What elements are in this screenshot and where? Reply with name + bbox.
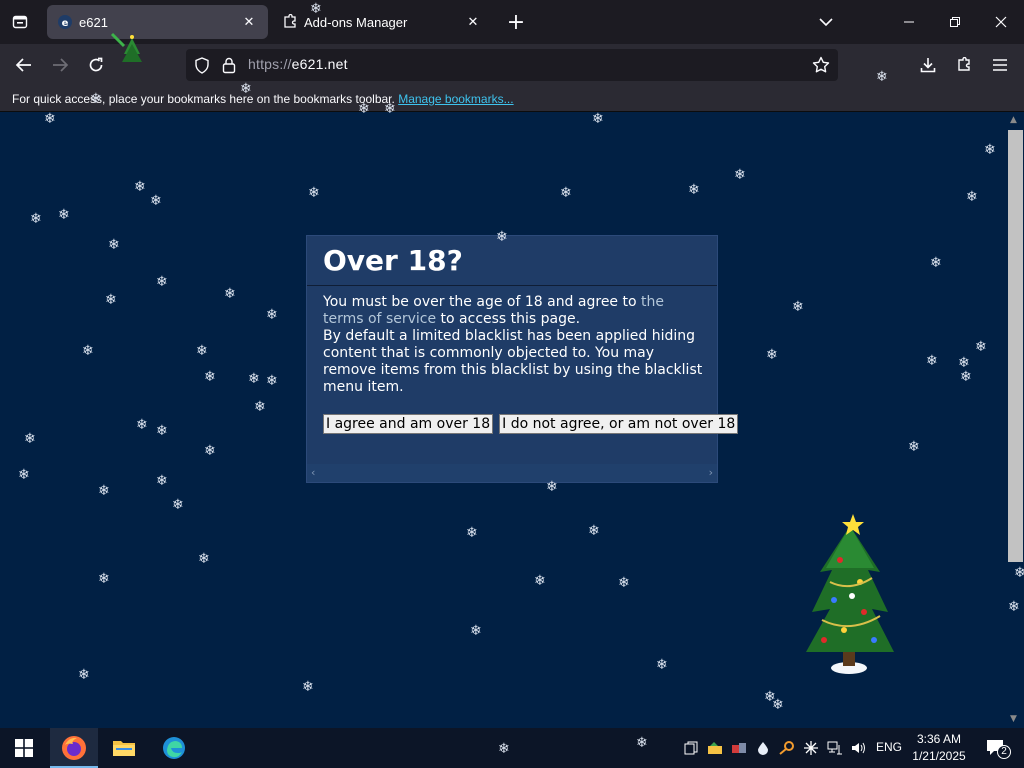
firefox-view-button[interactable]: [4, 8, 36, 36]
list-all-tabs-button[interactable]: [803, 0, 849, 44]
dialog-horizontal-scrollbar[interactable]: ‹ ›: [307, 464, 717, 482]
close-tab-icon[interactable]: ✕: [240, 13, 258, 31]
close-icon: [995, 16, 1007, 28]
svg-text:e: e: [62, 18, 69, 29]
age-verification-dialog: Over 18? You must be over the age of 18 …: [307, 236, 739, 482]
tab-e621[interactable]: e e621 ✕: [47, 5, 268, 39]
agree-button[interactable]: I agree and am over 18: [323, 414, 494, 434]
clock-date: 1/21/2025: [912, 749, 966, 763]
tab-addons-manager[interactable]: Add-ons Manager ✕: [272, 5, 492, 39]
notification-count-badge: 2: [997, 745, 1011, 759]
bookmark-star-icon[interactable]: [812, 56, 830, 78]
download-icon: [920, 58, 936, 73]
tab-title: e621: [79, 14, 108, 30]
snowflake-tray-icon[interactable]: [802, 739, 820, 757]
taskbar-firefox[interactable]: [50, 728, 98, 768]
bookmarks-toolbar-message: For quick access, place your bookmarks h…: [12, 92, 514, 106]
lock-icon[interactable]: [222, 57, 236, 78]
tray-app-icon[interactable]: [706, 739, 724, 757]
scroll-right-icon[interactable]: ›: [709, 466, 713, 479]
taskbar-clock[interactable]: 3:36 AM 1/21/2025: [908, 731, 970, 765]
disagree-button[interactable]: I do not agree, or am not over 18: [499, 414, 739, 434]
dialog-body: You must be over the age of 18 and agree…: [323, 294, 707, 396]
hamburger-menu-icon: [993, 59, 1007, 71]
arrow-left-icon: [15, 58, 31, 72]
firefox-icon: [62, 736, 86, 760]
restore-icon: [950, 17, 960, 27]
network-icon[interactable]: [826, 739, 844, 757]
downloads-button[interactable]: [913, 50, 943, 80]
dialog-divider: [307, 285, 717, 286]
new-tab-button[interactable]: +: [502, 8, 530, 36]
windows-logo-icon: [15, 739, 33, 757]
forward-button[interactable]: [45, 50, 75, 80]
folder-icon: [113, 741, 135, 756]
dialog-buttons: I agree and am over 18 I do not agree, o…: [323, 414, 739, 434]
scroll-down-icon[interactable]: ▼: [1010, 714, 1017, 724]
close-tab-icon[interactable]: ✕: [464, 13, 482, 31]
minimize-icon: [904, 21, 914, 23]
blacklist-notice: By default a limited blacklist has been …: [323, 328, 703, 395]
notification-center-button[interactable]: 2: [984, 739, 1011, 759]
input-language-indicator[interactable]: ENG: [876, 740, 902, 754]
tray-network-app-icon[interactable]: [730, 739, 748, 757]
e621-favicon: e: [57, 14, 73, 30]
puzzle-icon: [958, 57, 970, 71]
cursor-tree-image: [110, 32, 144, 66]
url-scheme: https://: [248, 56, 292, 72]
dialog-text-before-link: You must be over the age of 18 and agree…: [323, 294, 641, 310]
bookmarks-message-text: For quick access, place your bookmarks h…: [12, 92, 395, 106]
url-host: e621.net: [291, 56, 348, 72]
edge-icon: [163, 737, 185, 759]
dialog-text-after-link: to access this page.: [436, 311, 581, 327]
minimize-button[interactable]: [886, 0, 932, 44]
bookmarks-toolbar: For quick access, place your bookmarks h…: [0, 86, 1024, 112]
start-button[interactable]: [0, 728, 48, 768]
back-button[interactable]: [9, 50, 39, 80]
clock-time: 3:36 AM: [916, 732, 962, 746]
taskbar-edge[interactable]: [150, 728, 198, 768]
windows-taskbar: ENG 3:36 AM 1/21/2025 2: [0, 728, 1024, 768]
close-window-button[interactable]: [978, 0, 1024, 44]
menu-button[interactable]: [985, 50, 1015, 80]
extensions-button[interactable]: [949, 50, 979, 80]
shield-icon[interactable]: [194, 57, 210, 78]
page-vertical-scrollbar[interactable]: ▲ ▼: [1006, 112, 1024, 728]
droplet-icon[interactable]: [754, 739, 772, 757]
scrollbar-thumb[interactable]: [1008, 130, 1023, 562]
restore-button[interactable]: [932, 0, 978, 44]
reload-icon: [89, 57, 103, 72]
key-icon[interactable]: [778, 739, 796, 757]
christmas-tree-image: [800, 512, 900, 682]
arrow-right-icon: [53, 58, 69, 72]
tab-title: Add-ons Manager: [304, 14, 408, 30]
scroll-up-icon[interactable]: ▲: [1010, 115, 1017, 125]
volume-icon[interactable]: [850, 739, 868, 757]
chevron-down-icon: [819, 18, 833, 27]
taskbar-file-explorer[interactable]: [100, 728, 148, 768]
firefox-view-icon: [12, 15, 28, 29]
scroll-left-icon[interactable]: ‹: [311, 466, 315, 479]
navigation-bar: https://e621.net: [0, 44, 1024, 86]
url-text[interactable]: https://e621.net: [248, 56, 348, 72]
manage-bookmarks-link[interactable]: Manage bookmarks...: [398, 92, 513, 106]
tab-bar: e e621 ✕ Add-ons Manager ✕ +: [0, 0, 1024, 44]
task-view-icon[interactable]: [682, 739, 700, 757]
dialog-title: Over 18?: [323, 244, 463, 277]
address-bar[interactable]: https://e621.net: [186, 49, 838, 81]
reload-button[interactable]: [81, 50, 111, 80]
puzzle-icon: [282, 14, 298, 30]
